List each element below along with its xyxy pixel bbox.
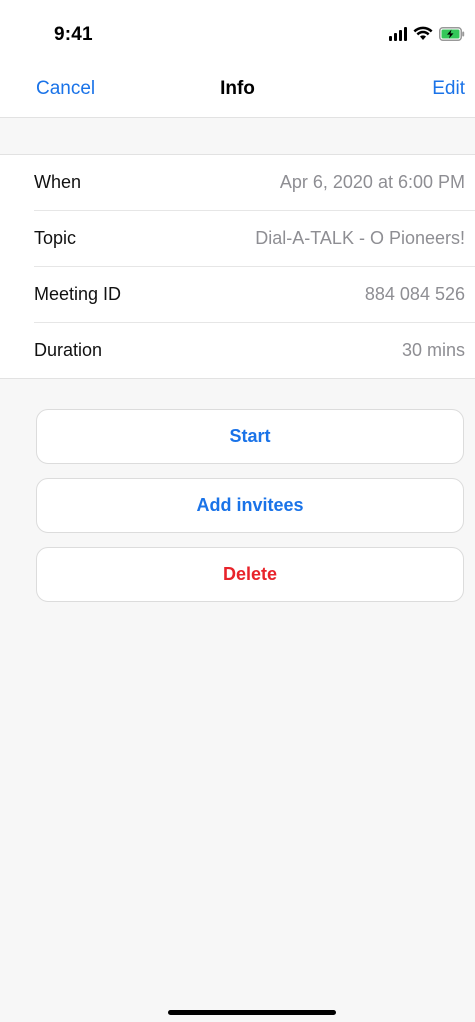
status-icons <box>389 26 465 46</box>
edit-button[interactable]: Edit <box>432 78 465 100</box>
actions-group: Start Add invitees Delete <box>36 409 464 616</box>
signal-icon <box>389 26 407 46</box>
battery-charging-icon <box>439 26 465 46</box>
info-value: 30 mins <box>401 340 465 360</box>
info-value: Dial-A-TALK - O Pioneers! <box>255 228 465 248</box>
home-indicator[interactable] <box>168 1010 336 1015</box>
info-label: Topic <box>34 228 77 248</box>
info-label: Duration <box>34 340 103 360</box>
status-bar: 9:41 <box>0 0 475 62</box>
status-time: 9:41 <box>54 24 93 45</box>
nav-bar: Cancel Info Edit <box>0 62 475 118</box>
start-button[interactable]: Start <box>36 409 464 464</box>
delete-button[interactable]: Delete <box>36 547 464 602</box>
info-value: 884 084 526 <box>364 284 465 304</box>
add-invitees-button[interactable]: Add invitees <box>36 478 464 533</box>
info-value: Apr 6, 2020 at 6:00 PM <box>279 172 465 192</box>
info-row-meeting-id: Meeting ID 884 084 526 <box>34 267 475 323</box>
info-label: When <box>34 172 82 192</box>
page-title: Info <box>220 78 255 99</box>
info-row-duration: Duration 30 mins <box>34 323 475 378</box>
info-row-topic: Topic Dial-A-TALK - O Pioneers! <box>34 211 475 267</box>
meeting-info-list: When Apr 6, 2020 at 6:00 PM Topic Dial-A… <box>0 154 475 379</box>
info-row-when: When Apr 6, 2020 at 6:00 PM <box>34 155 475 211</box>
wifi-icon <box>413 26 433 46</box>
info-label: Meeting ID <box>34 284 122 304</box>
